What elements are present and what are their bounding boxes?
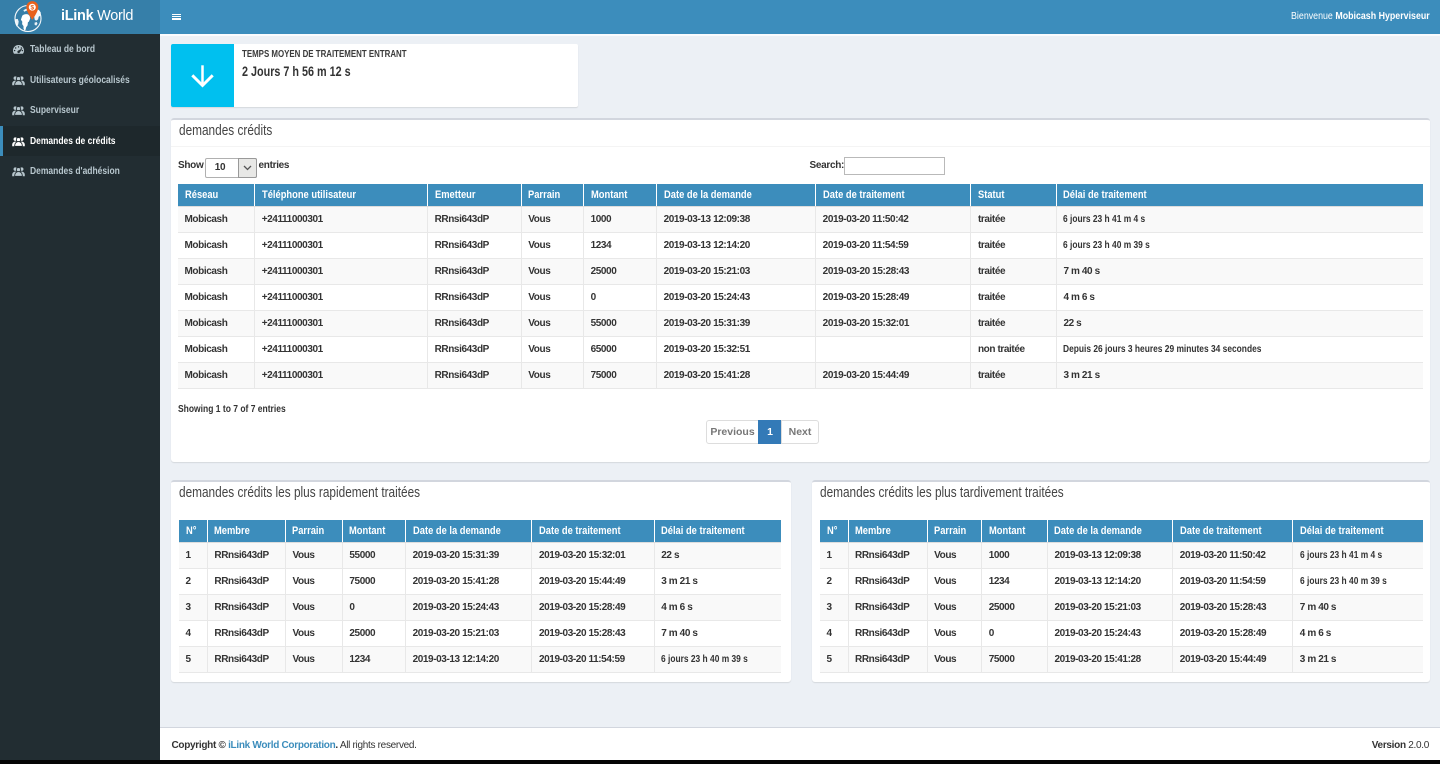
- svg-text:$: $: [30, 5, 34, 12]
